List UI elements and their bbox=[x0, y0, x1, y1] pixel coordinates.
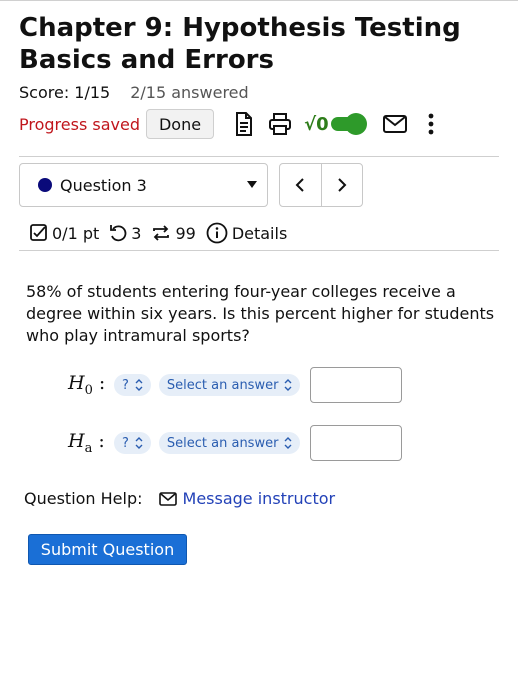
details-button[interactable]: Details bbox=[206, 222, 287, 244]
score-row: Score: 1/15 2/15 answered bbox=[19, 83, 249, 102]
points-item: 0/1 pt bbox=[30, 224, 99, 243]
question-help-label: Question Help: bbox=[24, 489, 143, 508]
alternative-hypothesis-row: Ha : ? Select an answer bbox=[68, 425, 403, 461]
repeat-icon bbox=[153, 225, 170, 241]
updown-chevron-icon bbox=[284, 379, 292, 391]
null-hypothesis-label: H0 : bbox=[68, 372, 106, 398]
question-nav-buttons bbox=[279, 163, 363, 207]
next-question-button[interactable] bbox=[320, 164, 363, 206]
alternative-value-input[interactable] bbox=[310, 425, 403, 461]
alternative-parameter-select[interactable]: ? bbox=[114, 432, 151, 454]
previous-question-button[interactable] bbox=[280, 164, 321, 206]
document-icon[interactable] bbox=[232, 112, 256, 136]
print-icon[interactable] bbox=[268, 112, 292, 136]
chevron-left-icon bbox=[295, 178, 304, 192]
alternative-hypothesis-label: Ha : bbox=[68, 430, 105, 456]
checkbox-icon bbox=[30, 224, 47, 241]
retries-item: 3 bbox=[109, 224, 141, 243]
info-icon bbox=[206, 222, 228, 244]
question-prompt: 58% of students entering four-year colle… bbox=[26, 282, 495, 345]
chevron-down-icon bbox=[247, 181, 257, 188]
page-title: Chapter 9: Hypothesis Testing Basics and… bbox=[19, 13, 461, 75]
progress-status: Progress saved bbox=[19, 114, 140, 134]
message-instructor-link[interactable]: Message instructor bbox=[158, 489, 335, 508]
question-help: Question Help: Message instructor bbox=[24, 489, 335, 508]
null-relation-select[interactable]: Select an answer bbox=[158, 374, 301, 396]
updown-chevron-icon bbox=[135, 437, 143, 449]
toolbar: Progress saved Done √0 bbox=[19, 108, 455, 140]
question-select[interactable]: Question 3 bbox=[19, 163, 268, 207]
question-status-dot bbox=[38, 178, 52, 192]
math-toggle-switch[interactable] bbox=[330, 113, 367, 135]
updown-chevron-icon bbox=[135, 379, 143, 391]
updown-chevron-icon bbox=[284, 437, 292, 449]
divider bbox=[19, 156, 499, 157]
null-value-input[interactable] bbox=[310, 367, 403, 403]
points-text: 0/1 pt bbox=[52, 223, 100, 243]
mail-icon bbox=[158, 491, 177, 506]
submit-question-button[interactable]: Submit Question bbox=[28, 534, 187, 565]
null-hypothesis-row: H0 : ? Select an answer bbox=[68, 367, 403, 403]
details-label: Details bbox=[231, 223, 288, 243]
attempts-item: 99 bbox=[151, 223, 196, 243]
question-meta: 0/1 pt 3 99 Details bbox=[30, 220, 297, 246]
retries-count: 3 bbox=[131, 223, 142, 243]
math-toggle-label[interactable]: √0 bbox=[304, 114, 329, 135]
answered-count: 2/15 answered bbox=[130, 83, 249, 102]
mail-icon[interactable] bbox=[382, 112, 407, 136]
alternative-relation-select[interactable]: Select an answer bbox=[158, 432, 301, 454]
score-text: Score: 1/15 bbox=[19, 83, 111, 102]
divider bbox=[19, 250, 499, 251]
top-divider bbox=[0, 0, 518, 1]
more-vert-icon[interactable] bbox=[419, 112, 443, 136]
attempts-count: 99 bbox=[175, 223, 196, 243]
question-select-label: Question 3 bbox=[60, 175, 147, 195]
retry-icon bbox=[110, 225, 127, 242]
done-button[interactable]: Done bbox=[145, 109, 215, 139]
chevron-right-icon bbox=[338, 178, 347, 192]
null-parameter-select[interactable]: ? bbox=[114, 374, 151, 396]
